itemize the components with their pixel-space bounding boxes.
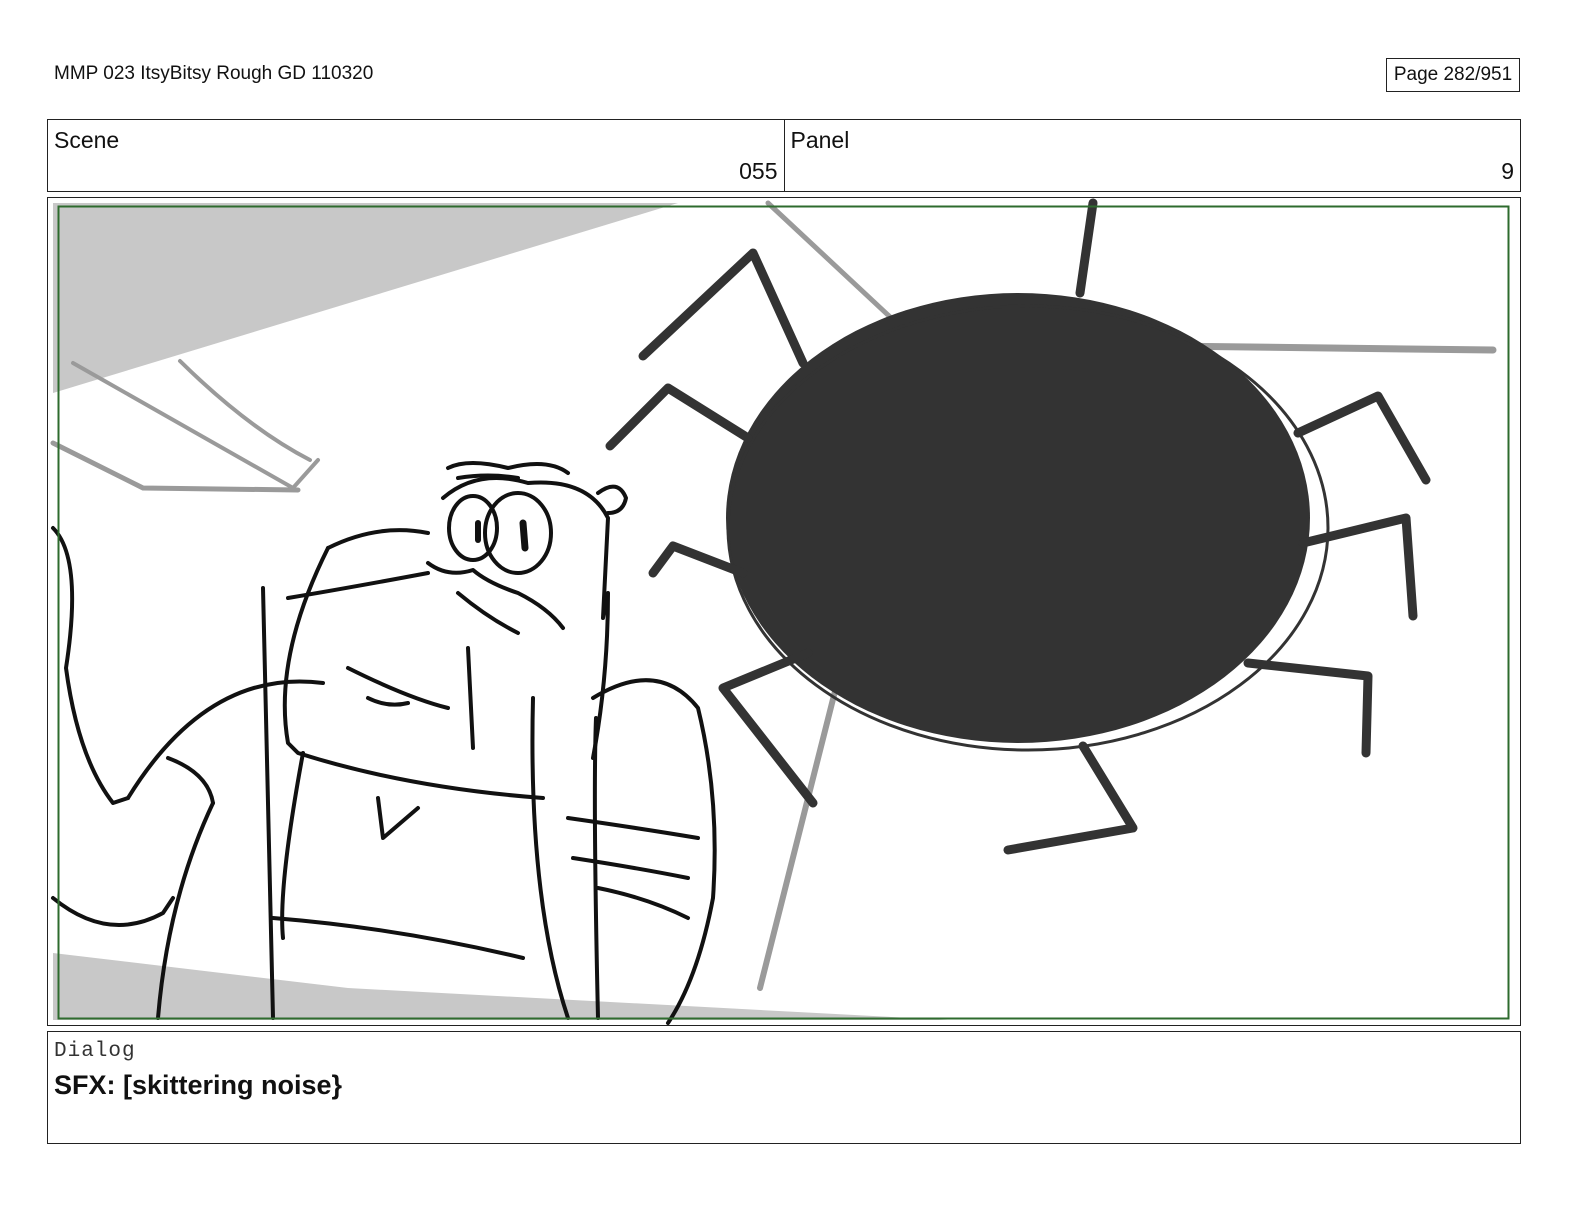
scene-label: Scene: [54, 127, 120, 153]
panel-number: 9: [1501, 158, 1514, 184]
scene-number: 055: [739, 158, 778, 184]
ceiling-shadow: [53, 203, 678, 393]
storyboard-sketch: [50, 198, 1510, 1025]
document-title: MMP 023 ItsyBitsy Rough GD 110320: [54, 63, 374, 84]
dialog-label: Dialog: [54, 1040, 136, 1063]
scene-cell: Scene 055: [48, 120, 784, 191]
spider-silhouette: [605, 198, 1431, 855]
man-character: [51, 461, 717, 1025]
floor-shadow: [53, 953, 948, 1020]
scene-panel-header: Scene 055 Panel 9: [47, 119, 1521, 192]
panel-cell: Panel 9: [783, 120, 1521, 191]
storyboard-frame: [47, 197, 1521, 1026]
panel-label: Panel: [790, 127, 850, 153]
page-number: Page 282/951: [1386, 58, 1520, 92]
dialog-box: Dialog SFX: [skittering noise}: [47, 1031, 1521, 1144]
dialog-text: SFX: [skittering noise}: [54, 1070, 343, 1100]
